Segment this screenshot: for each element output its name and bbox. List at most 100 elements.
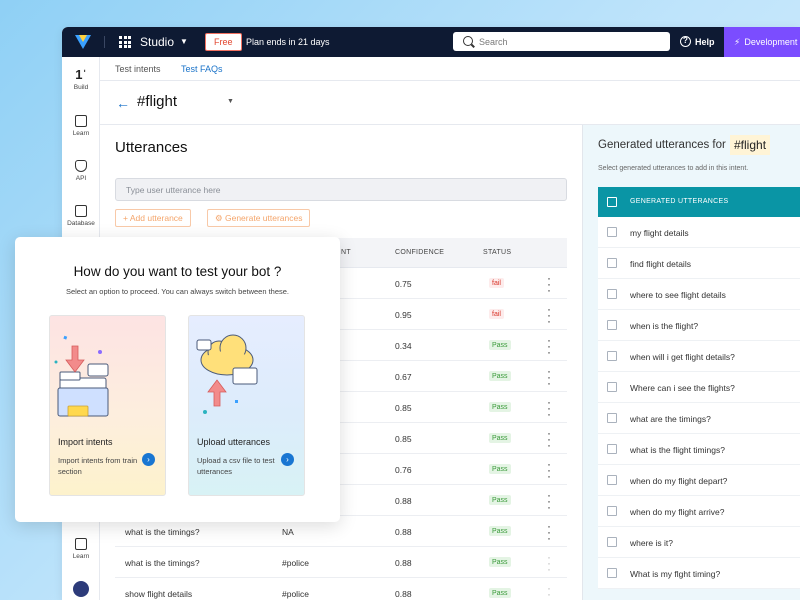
list-item[interactable]: what is the flight timings?	[598, 434, 800, 465]
environment-label: Development	[744, 37, 798, 47]
sidebar-item-database[interactable]: Database	[62, 205, 100, 227]
chevron-right-icon[interactable]: ›	[142, 453, 155, 466]
generated-header: GENERATED UTTERANCES	[598, 187, 800, 217]
folder-import-illustration	[54, 335, 109, 417]
more-options-icon[interactable]: · · ·	[547, 520, 551, 544]
row-checkbox[interactable]	[607, 413, 617, 423]
status-badge: fail	[489, 278, 504, 288]
more-options-icon[interactable]: · · ·	[547, 458, 551, 482]
list-item[interactable]: my flight details	[598, 217, 800, 248]
plan-text: Plan ends in 21 days	[246, 37, 330, 47]
utterance-cell: show flight details	[125, 589, 193, 599]
generated-utterance-text: What is my flght timing?	[630, 569, 721, 579]
row-checkbox[interactable]	[607, 320, 617, 330]
logo-icon[interactable]	[74, 33, 92, 51]
chevron-down-icon[interactable]: ▼	[227, 98, 234, 105]
generated-utterance-text: when is the flight?	[630, 321, 699, 331]
confidence-cell: 0.67	[395, 372, 412, 382]
more-options-icon[interactable]: · · ·	[547, 272, 551, 296]
confidence-cell: 0.88	[395, 496, 412, 506]
more-options-icon[interactable]: · · ·	[547, 334, 551, 358]
generate-utterances-button[interactable]: ⚙ Generate utterances	[207, 209, 311, 227]
select-all-checkbox[interactable]	[607, 197, 617, 207]
row-checkbox[interactable]	[607, 258, 617, 268]
row-checkbox[interactable]	[607, 537, 617, 547]
confidence-cell: 0.88	[395, 558, 412, 568]
list-item[interactable]: when is the flight?	[598, 310, 800, 341]
list-item[interactable]: when will i get flight details?	[598, 341, 800, 372]
confidence-cell: 0.76	[395, 465, 412, 475]
row-checkbox[interactable]	[607, 382, 617, 392]
more-options-icon[interactable]: · · ·	[547, 582, 551, 600]
help-icon[interactable]: ?	[680, 36, 691, 47]
generated-utterance-text: when do my flight arrive?	[630, 507, 725, 517]
list-item[interactable]: when do my flight depart?	[598, 465, 800, 496]
back-arrow-icon[interactable]: ←	[116, 95, 130, 111]
apps-grid-icon[interactable]	[119, 36, 131, 48]
list-item[interactable]: what are the timings?	[598, 403, 800, 434]
utterance-cell: what is the timings?	[125, 558, 200, 568]
search-box[interactable]	[453, 32, 670, 51]
sidebar-item-build[interactable]: 1ˈ Build	[62, 68, 100, 91]
sidebar-item-label: Build	[73, 84, 89, 91]
more-options-icon[interactable]: · · ·	[547, 365, 551, 389]
panel-subtitle: Select generated utterances to add in th…	[598, 165, 749, 172]
import-intents-card[interactable]: Import intents Import intents from train…	[49, 315, 166, 496]
database-icon	[75, 205, 87, 217]
confidence-cell: 0.75	[395, 279, 412, 289]
add-utterance-button[interactable]: + Add utterance	[115, 209, 191, 227]
more-options-icon[interactable]: · · ·	[547, 551, 551, 575]
page-title: #flight	[137, 93, 178, 110]
list-item[interactable]: where is it?	[598, 527, 800, 558]
row-checkbox[interactable]	[607, 444, 617, 454]
bot-avatar-icon[interactable]	[73, 581, 89, 597]
confidence-cell: 0.95	[395, 310, 412, 320]
sidebar-item-label: Learn	[72, 553, 90, 560]
list-item[interactable]: What is my flght timing?	[598, 558, 800, 589]
confidence-cell: 0.88	[395, 527, 412, 537]
table-row[interactable]: show flight details #police 0.88 Pass · · ·	[115, 578, 567, 600]
tab-test-faqs[interactable]: Test FAQs	[181, 64, 223, 74]
list-item[interactable]: where to see flight details	[598, 279, 800, 310]
sidebar-item-api[interactable]: API	[62, 160, 100, 182]
row-checkbox[interactable]	[607, 506, 617, 516]
upload-utterances-card[interactable]: Upload utterances Upload a csv file to t…	[188, 315, 305, 496]
status-badge: Pass	[489, 557, 511, 567]
list-item[interactable]: find flight details	[598, 248, 800, 279]
search-input[interactable]	[479, 34, 659, 49]
row-checkbox[interactable]	[607, 351, 617, 361]
row-checkbox[interactable]	[607, 568, 617, 578]
list-item[interactable]: when do my flight arrive?	[598, 496, 800, 527]
generated-utterance-text: find flight details	[630, 259, 691, 269]
plan-badge[interactable]: Free	[205, 33, 242, 51]
section-title: Utterances	[115, 139, 188, 156]
more-options-icon[interactable]: · · ·	[547, 396, 551, 420]
chevron-right-icon[interactable]: ›	[281, 453, 294, 466]
book-icon	[75, 538, 87, 550]
sidebar-item-learn-bottom[interactable]: Learn	[62, 538, 100, 560]
status-badge: Pass	[489, 495, 511, 505]
confidence-cell: 0.85	[395, 434, 412, 444]
table-row[interactable]: what is the timings? #police 0.88 Pass · · ·	[115, 547, 567, 578]
row-checkbox[interactable]	[607, 475, 617, 485]
environment-button[interactable]: ⚡ Development	[724, 27, 800, 57]
chevron-down-icon[interactable]: ▼	[180, 37, 188, 46]
more-options-icon[interactable]: · · ·	[547, 489, 551, 513]
confidence-cell: 0.85	[395, 403, 412, 413]
intent-header: ← #flight ▼	[100, 81, 800, 125]
sidebar-item-learn[interactable]: Learn	[62, 115, 100, 137]
utterance-input[interactable]	[115, 178, 567, 201]
row-checkbox[interactable]	[607, 227, 617, 237]
status-badge: Pass	[489, 433, 511, 443]
more-options-icon[interactable]: · · ·	[547, 427, 551, 451]
test-mode-dialog: How do you want to test your bot ? Selec…	[15, 237, 340, 522]
tab-test-intents[interactable]: Test intents	[115, 64, 161, 74]
more-options-icon[interactable]: · · ·	[547, 303, 551, 327]
status-badge: Pass	[489, 402, 511, 412]
intent-cell: #police	[282, 589, 309, 599]
generate-label: Generate utterances	[224, 213, 303, 223]
list-item[interactable]: Where can i see the flights?	[598, 372, 800, 403]
help-link[interactable]: Help	[695, 37, 715, 47]
product-switcher[interactable]: Studio	[140, 35, 174, 49]
row-checkbox[interactable]	[607, 289, 617, 299]
